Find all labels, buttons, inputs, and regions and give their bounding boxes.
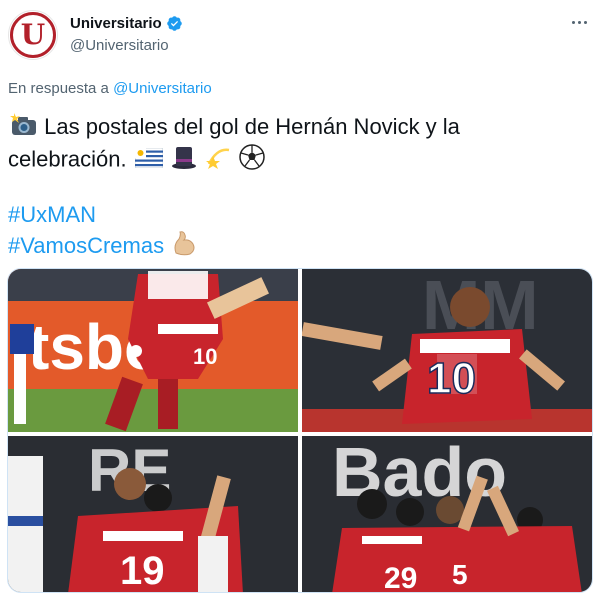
author-name-row[interactable]: Universitario [70, 15, 183, 32]
author-handle[interactable]: @Universitario [70, 37, 169, 54]
hashtag-row-2: #VamosCremas [8, 229, 198, 262]
more-options-icon[interactable] [567, 14, 591, 30]
jersey-number: 19 [120, 549, 165, 593]
flag-uruguay-icon [134, 146, 164, 175]
jersey-number: 10 [193, 344, 217, 369]
soccer-ball-icon [239, 143, 265, 177]
photo-3[interactable]: RE 19 [8, 436, 298, 593]
jersey-number: 10 [427, 354, 476, 403]
verified-badge-icon [166, 15, 183, 32]
tweet-card: U Universitario @Universitario En respue… [0, 0, 600, 593]
svg-text:5: 5 [452, 559, 468, 590]
tweet-text-line-1: Las postales del gol de Hernán Novick y … [8, 112, 588, 144]
tweet-text-end: celebración. [8, 146, 127, 171]
avatar[interactable]: U [8, 10, 58, 60]
avatar-letter: U [20, 18, 46, 51]
photo-2[interactable]: MM 10 [302, 269, 592, 432]
tweet-text: Las postales del gol de Hernán Novick y … [8, 112, 588, 177]
tweet-text-main: Las postales del gol de Hernán Novick y … [44, 114, 460, 139]
reply-target-link[interactable]: @Universitario [113, 80, 212, 97]
flexed-biceps-icon [170, 229, 198, 262]
top-hat-icon [171, 144, 197, 177]
photo-1[interactable]: tsbo 10 [8, 269, 298, 432]
hashtag-vamoscremas[interactable]: #VamosCremas [8, 231, 164, 260]
reply-context: En respuesta a @Universitario [8, 80, 212, 97]
hashtag-uxman[interactable]: #UxMAN [8, 200, 96, 229]
photo-4[interactable]: Bado 29 5 [302, 436, 592, 593]
reply-prefix: En respuesta a [8, 80, 109, 97]
tweet-text-line-2: celebración. [8, 143, 588, 177]
club-logo-icon: U [10, 12, 56, 58]
display-name[interactable]: Universitario [70, 15, 162, 32]
camera-flash-icon [10, 112, 38, 144]
media-grid: tsbo 10 MM [7, 268, 593, 593]
dizzy-star-icon [205, 144, 231, 177]
jersey-number: 29 [384, 562, 417, 593]
